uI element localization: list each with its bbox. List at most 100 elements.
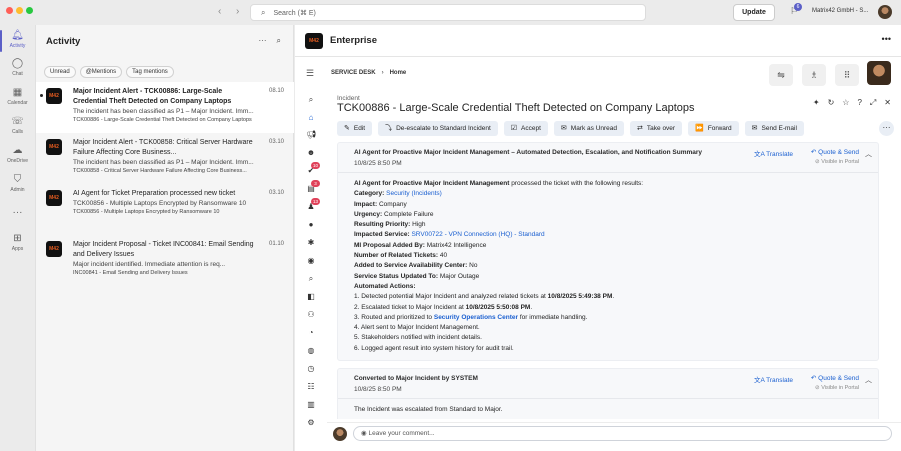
- search-icon[interactable]: ⌕: [306, 95, 316, 105]
- rail-more-button[interactable]: ···: [0, 207, 35, 220]
- ticket-icon[interactable]: ▤ 3: [306, 180, 320, 194]
- feed-item-preview: The incident has been classified as P1 –…: [73, 108, 254, 115]
- alert-icon[interactable]: ●: [306, 220, 316, 230]
- sliders-icon[interactable]: ☷: [306, 382, 316, 392]
- swap-icon: ⇄: [637, 125, 643, 132]
- globe-icon[interactable]: ◍: [306, 346, 316, 356]
- switch-toggle-icon[interactable]: ⇋: [769, 64, 793, 86]
- maximize-window-button[interactable]: [26, 7, 33, 14]
- feed-item-sub: INC00841 - Email Sending and Delivery Is…: [73, 270, 188, 276]
- hamburger-menu-icon[interactable]: ☰: [306, 68, 314, 79]
- breadcrumb-home[interactable]: Home: [390, 70, 407, 76]
- app-logo: M42: [46, 88, 62, 104]
- rail-item-calendar[interactable]: ▦ Calendar: [0, 87, 35, 106]
- rail-item-onedrive[interactable]: ☁ OneDrive: [0, 145, 35, 164]
- comment-input[interactable]: ◉ Leave your comment...: [353, 426, 892, 441]
- activity-feed: M42 Major Incident Alert - TCK00886: Lar…: [36, 82, 294, 286]
- refresh-icon[interactable]: ↻: [828, 98, 835, 108]
- lightbulb-icon[interactable]: ♗: [802, 64, 826, 86]
- deescalate-button[interactable]: ⤵ De-escalate to Standard Incident: [378, 121, 498, 136]
- expand-icon[interactable]: ⤢: [870, 98, 876, 108]
- more-options-icon[interactable]: •••: [882, 34, 891, 44]
- breadcrumb-service-desk[interactable]: SERVICE DESK: [331, 70, 376, 76]
- more-options-icon[interactable]: ···: [259, 36, 267, 45]
- minimize-window-button[interactable]: [16, 7, 23, 14]
- filter-tag-mentions[interactable]: Tag mentions: [126, 66, 174, 78]
- more-icon: ···: [12, 207, 23, 218]
- chevron-up-icon[interactable]: ︿: [865, 375, 872, 385]
- entry-line: 6. Logged agent result into system histo…: [354, 344, 514, 352]
- team-link[interactable]: Security Operations Center: [434, 314, 518, 321]
- bug-icon[interactable]: ✱: [306, 238, 316, 248]
- app-grid-icon[interactable]: ⠿: [835, 64, 859, 86]
- rail-item-activity[interactable]: 🔔︎ Activity: [0, 30, 35, 52]
- ai-sparkle-icon[interactable]: ✦: [813, 98, 820, 108]
- take-over-button[interactable]: ⇄ Take over: [630, 121, 683, 136]
- feed-item-title: Major Incident Alert - TCK00858: Critica…: [73, 139, 253, 156]
- field-value: Company: [378, 200, 407, 208]
- entry-line: Category: Security (Incidents): [354, 189, 878, 199]
- rail-item-apps[interactable]: ⊞ Apps: [0, 233, 35, 252]
- field-value: No: [469, 262, 478, 270]
- rail-item-chat[interactable]: ◯ Chat: [0, 58, 35, 77]
- filter-mentions[interactable]: @Mentions: [79, 66, 123, 78]
- star-icon[interactable]: ☆: [842, 98, 849, 108]
- entry-line: Service Status Updated To: Major Outage: [354, 272, 878, 282]
- page-title: TCK00886 - Large-Scale Credential Theft …: [337, 102, 695, 114]
- panel-icon[interactable]: ◧: [306, 292, 316, 302]
- help-icon[interactable]: ?: [857, 98, 861, 108]
- clock-icon[interactable]: ◷: [306, 364, 316, 374]
- check-icon[interactable]: ✔ 10: [306, 162, 320, 176]
- visible-label: Visible in Portal: [821, 385, 859, 392]
- agent-icon[interactable]: ☻: [306, 148, 316, 158]
- feed-item-sub: TCK00858 - Critical Server Hardware Fail…: [73, 168, 247, 174]
- translate-button[interactable]: 文A Translate: [754, 148, 793, 158]
- service-link[interactable]: SRV00722 - VPN Connection (HQ) - Standar…: [411, 231, 544, 238]
- button-label: Send E-mail: [761, 125, 797, 132]
- back-arrow-icon[interactable]: ‹: [218, 6, 221, 17]
- action-text: 3. Routed and prioritized to: [354, 313, 434, 321]
- settings-icon[interactable]: ◉: [306, 256, 316, 266]
- journal-entry-header[interactable]: Converted to Major Incident by SYSTEM 10…: [338, 369, 878, 400]
- quote-send-button[interactable]: ↶ Quote & Send: [811, 374, 859, 382]
- close-window-button[interactable]: [6, 7, 13, 14]
- journal-entry-header[interactable]: AI Agent for Proactive Major Incident Ma…: [338, 143, 878, 173]
- button-label: Mark as Unread: [570, 125, 618, 132]
- search-input[interactable]: ⌕ Search (⌘ E): [250, 4, 646, 21]
- translate-button[interactable]: 文A Translate: [754, 374, 793, 384]
- user-avatar[interactable]: [867, 61, 891, 85]
- home-icon[interactable]: ⌂: [306, 113, 316, 123]
- accept-button[interactable]: ☑ Accept: [503, 121, 548, 136]
- quote-send-button[interactable]: ↶ Quote & Send: [811, 148, 859, 156]
- close-icon[interactable]: ✕: [884, 98, 891, 108]
- mark-unread-button[interactable]: ✉ Mark as Unread: [553, 121, 625, 136]
- zoom-icon[interactable]: ⌕: [306, 274, 316, 284]
- feed-item[interactable]: M42 Major Incident Alert - TCK00858: Cri…: [36, 133, 294, 184]
- entry-line: 2. Escalated ticket to Major Incident at…: [354, 303, 533, 311]
- user-avatar[interactable]: [878, 5, 892, 19]
- edit-button[interactable]: ✎ Edit: [337, 121, 373, 136]
- team-icon[interactable]: ♟ 13: [306, 198, 320, 212]
- send-email-button[interactable]: ✉ Send E-mail: [744, 121, 804, 136]
- megaphone-icon[interactable]: 📢︎: [306, 130, 316, 140]
- feed-item[interactable]: M42 AI Agent for Ticket Preparation proc…: [36, 184, 294, 235]
- feed-item[interactable]: M42 Major Incident Alert - TCK00886: Lar…: [36, 82, 294, 133]
- pie-chart-icon[interactable]: ◔: [306, 328, 316, 338]
- feed-item-sub: TCK00856 - Multiple Laptops Encrypted by…: [73, 209, 220, 215]
- rail-item-calls[interactable]: ☏ Calls: [0, 116, 35, 135]
- rail-item-admin[interactable]: ⛉ Admin: [0, 174, 35, 193]
- more-actions-button[interactable]: ···: [879, 121, 894, 136]
- share-icon[interactable]: ⚇: [306, 310, 316, 320]
- search-icon[interactable]: ⌕: [277, 36, 281, 45]
- notifications-icon[interactable]: ⚐ 6: [790, 3, 802, 17]
- org-name[interactable]: Matrix42 GmbH - S...: [812, 8, 868, 14]
- category-link[interactable]: Security (Incidents): [386, 190, 442, 197]
- feed-item[interactable]: M42 Major Incident Proposal - Ticket INC…: [36, 235, 294, 286]
- report-icon[interactable]: ▥: [306, 400, 316, 410]
- forward-arrow-icon[interactable]: ›: [236, 6, 239, 17]
- chevron-up-icon[interactable]: ︿: [865, 149, 872, 159]
- gear-icon[interactable]: ⚙: [306, 418, 316, 428]
- forward-button[interactable]: ⏩ Forward: [688, 121, 739, 136]
- filter-unread[interactable]: Unread: [44, 66, 76, 78]
- update-button[interactable]: Update: [733, 4, 775, 21]
